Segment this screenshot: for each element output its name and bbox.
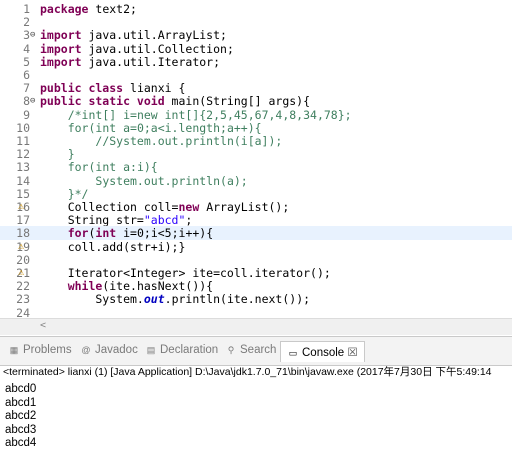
code-line[interactable]: 21 ⚠ Iterator<Integer> ite=coll.iterator(… [0,266,512,280]
code-line[interactable]: 3 ⊖ import java.util.ArrayList; [0,28,512,42]
code-line[interactable]: 22 while(ite.hasNext()){ [0,279,512,293]
code-line[interactable]: 12 } [0,147,512,161]
views-tab-bar: ▦ Problems @ Javadoc ▤ Declaration ⚲ Search ▭ Con… [0,336,512,366]
code-line[interactable]: 20 [0,253,512,267]
line-number: 3 [23,28,30,43]
tab-javadoc[interactable]: @ Javadoc [80,344,138,356]
code-line[interactable]: 10 for(int a=0;a<i.length;a++){ [0,121,512,135]
line-number: 10 [16,120,30,135]
warning-icon[interactable]: ⚠ [18,266,26,280]
console-output-line: abcd3 [5,423,37,436]
code-text[interactable]: System.out.println(ite.next()); [40,292,310,306]
code-line[interactable]: 15 }*/ [0,187,512,201]
code-text[interactable]: } [40,147,75,161]
code-line[interactable]: 5 import java.util.Iterator; [0,55,512,69]
editor-horizontal-scrollbar[interactable]: < [0,318,512,335]
console-terminated-label: <terminated> lianxi (1) [Java Applicatio… [3,366,492,378]
code-text[interactable]: for(int i=0;i<5;i++){ [40,226,213,240]
code-line[interactable]: 11 //System.out.println(i[a]); [0,134,512,148]
code-line[interactable]: 19 ⚠ coll.add(str+i);} [0,240,512,254]
fold-icon[interactable]: ⊖ [30,28,38,42]
scroll-left-icon[interactable]: < [40,320,46,331]
code-line[interactable]: 8 ⊖ public static void main(String[] args)… [0,94,512,108]
code-text[interactable]: for(int a=0;a<i.length;a++){ [40,121,262,135]
code-line[interactable]: 18 for(int i=0;i<5;i++){ [0,226,512,241]
code-text[interactable]: coll.add(str+i);} [40,240,186,254]
fold-icon[interactable]: ⊖ [30,94,38,108]
line-number: 2 [23,15,30,30]
code-line[interactable]: 9 /*int[] i=new int[]{2,5,45,67,4,8,34,7… [0,108,512,122]
code-text[interactable]: Iterator<Integer> ite=coll.iterator(); [40,266,331,280]
code-text[interactable]: import java.util.Iterator; [40,55,220,69]
code-editor[interactable]: 1 package text2; 2 3 ⊖ import java.util.Array… [0,0,512,318]
code-line[interactable]: 2 [0,15,512,29]
line-number: 15 [16,186,30,201]
line-number: 22 [16,279,30,294]
line-number: 7 [23,81,30,96]
console-icon: ▭ [288,347,298,358]
search-icon: ⚲ [227,344,235,355]
code-text[interactable]: while(ite.hasNext()){ [40,279,213,293]
tab-problems[interactable]: ▦ Problems [8,344,72,356]
line-number: 8 [23,94,30,109]
code-text[interactable]: for(int a:i){ [40,160,158,174]
line-number: 20 [16,252,30,267]
tab-console[interactable]: ▭ Console ☒ [280,341,365,362]
console-output-line: abcd0 [5,383,37,395]
tab-label: Search [240,344,277,356]
tab-label: Console [302,347,345,359]
code-text[interactable]: public class lianxi { [40,81,185,95]
warning-icon[interactable]: ⚠ [18,240,26,254]
code-line[interactable]: 6 [0,68,512,82]
line-number: 14 [16,173,30,188]
line-number: 18 [16,226,30,241]
console-output[interactable]: abcd0 abcd1 abcd2 abcd3 abcd4 [0,381,512,469]
code-text[interactable]: /*int[] i=new int[]{2,5,45,67,4,8,34,78}… [40,108,352,122]
code-text[interactable]: System.out.println(a); [40,174,247,188]
code-text[interactable]: public static void main(String[] args){ [40,94,310,108]
close-icon[interactable]: ☒ [344,347,357,359]
code-line[interactable]: 7 public class lianxi { [0,81,512,95]
line-number: 9 [23,107,30,122]
code-line[interactable]: 17 String str="abcd"; [0,213,512,227]
code-text[interactable]: //System.out.println(i[a]); [40,134,282,148]
line-number: 12 [16,147,30,162]
tab-label: Declaration [160,344,219,356]
code-line[interactable]: 1 package text2; [0,2,512,16]
code-line[interactable]: 4 import java.util.Collection; [0,42,512,56]
warning-icon[interactable]: ⚠ [18,200,26,214]
code-line[interactable]: 14 System.out.println(a); [0,174,512,188]
code-text[interactable]: package text2; [40,2,137,16]
line-number: 11 [16,134,30,148]
declaration-icon: ▤ [146,344,156,355]
code-text[interactable]: }*/ [40,187,89,201]
line-number: 4 [23,41,30,56]
console-output-line: abcd1 [5,396,37,409]
code-line[interactable]: 16 ⚠ Collection coll=new ArrayList(); [0,200,512,214]
console-output-line: abcd2 [5,410,37,422]
line-number: 23 [16,292,30,307]
tab-label: Problems [23,344,72,356]
line-number: 6 [23,68,30,82]
code-text[interactable]: import java.util.ArrayList; [40,28,227,42]
line-number: 17 [16,213,30,228]
problems-icon: ▦ [9,344,19,355]
code-line[interactable]: 13 for(int a:i){ [0,160,512,174]
line-number: 5 [23,54,30,69]
tab-search[interactable]: ⚲ Search [225,344,277,356]
console-output-line: abcd4 [5,437,37,449]
line-number: 13 [16,160,30,175]
tab-label: Javadoc [95,344,138,356]
code-line[interactable]: 23 System.out.println(ite.next()); [0,292,512,306]
javadoc-icon: @ [81,344,91,355]
code-text[interactable]: Collection coll=new ArrayList(); [40,200,290,214]
code-line[interactable]: 24 [0,306,512,318]
code-text[interactable]: import java.util.Collection; [40,42,234,56]
tab-declaration[interactable]: ▤ Declaration [145,344,218,356]
line-number: 24 [16,305,30,318]
code-text[interactable]: String str="abcd"; [40,213,193,227]
line-number: 1 [23,2,30,16]
